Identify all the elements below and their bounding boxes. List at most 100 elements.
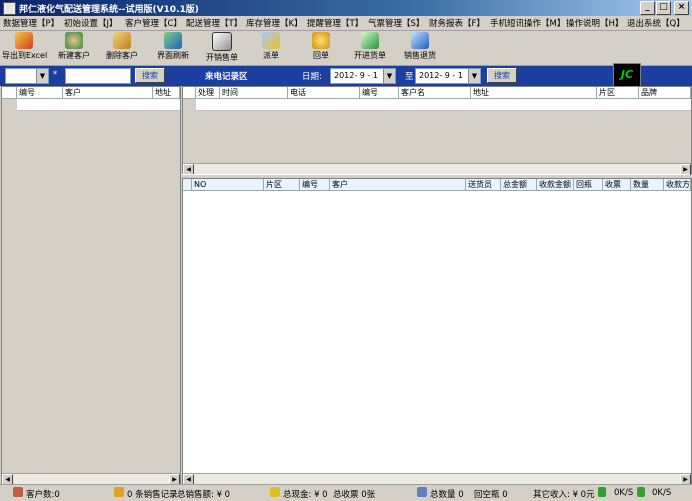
col-header-no[interactable]: NO bbox=[192, 179, 264, 190]
col-header-quantity[interactable]: 数量 bbox=[631, 179, 664, 190]
menu-help[interactable]: 操作说明【H】 bbox=[566, 17, 623, 29]
menu-ticket-management[interactable]: 气票管理【S】 bbox=[368, 17, 424, 29]
sales-record-icon bbox=[114, 487, 124, 497]
col-header-id[interactable]: 编号 bbox=[17, 87, 63, 98]
call-log-title: 来电记录区 bbox=[205, 72, 248, 82]
wildcard-label: * bbox=[53, 70, 58, 80]
new-customer-button[interactable]: 新建客户 bbox=[56, 32, 92, 64]
delete-customer-button[interactable]: 删除客户 bbox=[104, 32, 140, 64]
pen-note-icon bbox=[262, 32, 280, 49]
col-header-brand[interactable]: 品牌 bbox=[639, 87, 691, 98]
date-label: 日期: bbox=[302, 72, 322, 82]
col-header-deliverer[interactable]: 送货员 bbox=[466, 179, 501, 190]
export-excel-button[interactable]: 导出到Excel bbox=[2, 32, 48, 64]
toolbar: 导出到Excel 新建客户 删除客户 界面刷新 开销售单 派单 回单 开进货单 … bbox=[0, 31, 692, 66]
download-speed: 0K/S bbox=[614, 488, 634, 498]
horizontal-scrollbar[interactable]: ◀ ▶ bbox=[183, 163, 691, 175]
sales-record-count: 0 条销售记录 bbox=[127, 490, 178, 500]
col-header-returned-bottles[interactable]: 回瓶 bbox=[574, 179, 603, 190]
col-header-handle[interactable]: 处理 bbox=[196, 87, 220, 98]
maximize-button[interactable]: □ bbox=[656, 1, 671, 15]
col-header-id[interactable]: 编号 bbox=[300, 179, 330, 190]
menu-bar: 数据管理【P】 初始设置【J】 客户管理【C】 配送管理【T】 库存管理【K】 … bbox=[0, 16, 692, 31]
orders-header: NO 片区 编号 客户 送货员 总金额 收款金额 回瓶 收票 数量 收款方 bbox=[183, 179, 691, 191]
new-sales-order-button[interactable]: 开销售单 bbox=[203, 32, 241, 64]
chevron-down-icon: ▼ bbox=[468, 69, 480, 83]
call-log-header: 处理 时间 电话 编号 客户名 地址 片区 品牌 bbox=[183, 87, 691, 99]
menu-exit[interactable]: 退出系统【Q】 bbox=[627, 17, 685, 29]
col-header-district[interactable]: 片区 bbox=[264, 179, 300, 190]
horizontal-scrollbar[interactable]: ◀ ▶ bbox=[2, 473, 180, 485]
app-icon bbox=[3, 2, 16, 15]
money-bag-icon bbox=[312, 32, 330, 49]
minimize-button[interactable]: _ bbox=[640, 1, 655, 15]
menu-delivery-management[interactable]: 配送管理【T】 bbox=[186, 17, 242, 29]
customer-search-input[interactable] bbox=[65, 68, 131, 84]
col-header-time[interactable]: 时间 bbox=[220, 87, 288, 98]
cash-icon bbox=[270, 487, 280, 497]
call-log-panel: 处理 时间 电话 编号 客户名 地址 片区 品牌 ◀ ▶ bbox=[182, 86, 692, 175]
table-row[interactable] bbox=[196, 99, 691, 111]
row-selector-header bbox=[183, 179, 192, 190]
new-sales-order-label: 开销售单 bbox=[206, 53, 238, 62]
search-button[interactable]: 搜索 bbox=[135, 68, 165, 83]
customer-list-header: 编号 客户 地址 bbox=[2, 87, 180, 99]
col-header-address[interactable]: 地址 bbox=[153, 87, 180, 98]
speaker-icon bbox=[417, 487, 427, 497]
menu-initial-settings[interactable]: 初始设置【J】 bbox=[64, 17, 118, 29]
refresh-label: 界面刷新 bbox=[157, 51, 189, 60]
menu-customer-management[interactable]: 客户管理【C】 bbox=[125, 17, 182, 29]
refresh-button[interactable]: 界面刷新 bbox=[154, 32, 192, 64]
close-button[interactable]: × bbox=[674, 1, 689, 15]
menu-financial-reports[interactable]: 财务报表【F】 bbox=[429, 17, 485, 29]
col-header-customer-name[interactable]: 客户名 bbox=[399, 87, 471, 98]
receipt-label: 回单 bbox=[313, 51, 329, 60]
total-tickets: 总收票 0张 bbox=[333, 490, 376, 500]
date-from-value: 2012- 9 - 1 bbox=[334, 71, 378, 80]
date-to-picker[interactable]: 2012- 9 - 1 ▼ bbox=[415, 68, 481, 84]
menu-data-management[interactable]: 数据管理【P】 bbox=[3, 17, 59, 29]
menu-sms-operations[interactable]: 手机短讯操作【M】 bbox=[490, 17, 565, 29]
app-logo: JC bbox=[613, 63, 641, 87]
date-from-picker[interactable]: 2012- 9 - 1 ▼ bbox=[330, 68, 396, 84]
search-bar: ▼ * 搜索 来电记录区 日期: 2012- 9 - 1 ▼ 至 2012- 9… bbox=[0, 66, 692, 86]
table-row[interactable] bbox=[17, 99, 180, 111]
to-label: 至 bbox=[405, 72, 414, 82]
dispatch-label: 派单 bbox=[263, 51, 279, 60]
customer-filter-dropdown[interactable]: ▼ bbox=[5, 68, 49, 84]
col-header-customer[interactable]: 客户 bbox=[330, 179, 466, 190]
dispatch-button[interactable]: 派单 bbox=[258, 32, 284, 64]
col-header-payment-method[interactable]: 收款方 bbox=[664, 179, 691, 190]
new-customer-label: 新建客户 bbox=[58, 51, 90, 60]
col-header-phone[interactable]: 电话 bbox=[288, 87, 360, 98]
col-header-received-amount[interactable]: 收款金额 bbox=[537, 179, 574, 190]
col-header-customer[interactable]: 客户 bbox=[63, 87, 153, 98]
upload-speed: 0K/S bbox=[652, 488, 672, 498]
menu-reminder-management[interactable]: 提醒管理【T】 bbox=[307, 17, 363, 29]
refresh-icon bbox=[164, 32, 182, 49]
menu-inventory-management[interactable]: 库存管理【K】 bbox=[246, 17, 303, 29]
export-excel-label: 导出到Excel bbox=[2, 51, 48, 60]
chevron-down-icon: ▼ bbox=[383, 69, 395, 83]
customer-count: 客户数:0 bbox=[26, 490, 60, 500]
download-icon bbox=[598, 487, 606, 497]
status-bar: 客户数:0 0 条销售记录 总销售额: ¥ 0 总现金: ¥ 0 总收票 0张 … bbox=[0, 484, 692, 501]
col-header-id[interactable]: 编号 bbox=[360, 87, 399, 98]
sales-return-label: 销售退货 bbox=[404, 51, 436, 60]
hand-delete-icon bbox=[113, 32, 131, 49]
chart-icon bbox=[15, 32, 33, 49]
sales-return-button[interactable]: 销售退货 bbox=[402, 32, 438, 64]
date-search-button[interactable]: 搜索 bbox=[487, 68, 517, 83]
document-icon bbox=[212, 32, 232, 51]
new-purchase-order-button[interactable]: 开进货单 bbox=[351, 32, 389, 64]
col-header-total-amount[interactable]: 总金额 bbox=[501, 179, 537, 190]
col-header-tickets[interactable]: 收票 bbox=[603, 179, 631, 190]
horizontal-scrollbar[interactable]: ◀ ▶ bbox=[183, 473, 691, 485]
col-header-address[interactable]: 地址 bbox=[471, 87, 597, 98]
other-income: 其它收入: ¥ 0元 bbox=[533, 490, 595, 500]
chevron-down-icon: ▼ bbox=[36, 69, 48, 83]
receipt-button[interactable]: 回单 bbox=[308, 32, 334, 64]
col-header-district[interactable]: 片区 bbox=[597, 87, 639, 98]
calendar-icon bbox=[411, 32, 429, 49]
title-bar: 邦仁液化气配送管理系统--试用版(V10.1版) _ □ × bbox=[0, 0, 692, 16]
